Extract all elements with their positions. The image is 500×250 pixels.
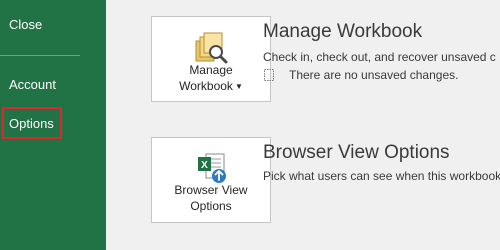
manage-workbook-label-line1: Manage (189, 63, 233, 77)
browser-view-label-line1: Browser View (174, 183, 248, 197)
document-icon (264, 69, 274, 81)
excel-web-icon: X (198, 153, 226, 183)
manage-workbook-title: Manage Workbook (263, 21, 423, 42)
manage-workbook-description: Check in, check out, and recover unsaved… (263, 50, 496, 64)
browser-view-title: Browser View Options (263, 142, 450, 163)
manage-workbook-label-text: Workbook (179, 79, 233, 93)
sidebar-item-label: Close (9, 17, 43, 32)
folder-search-icon (195, 32, 228, 64)
manage-workbook-button[interactable]: Manage Workbook ▼ (151, 16, 271, 102)
backstage-sidebar: Close Account Options (0, 0, 106, 250)
svg-text:X: X (201, 160, 208, 171)
sidebar-divider (0, 55, 80, 56)
manage-workbook-status-text: There are no unsaved changes. (289, 68, 459, 82)
browser-view-label-line2: Options (190, 199, 232, 213)
browser-view-description: Pick what users can see when this workbo… (263, 169, 500, 183)
sidebar-item-options[interactable]: Options (0, 107, 106, 141)
chevron-down-icon: ▼ (234, 82, 243, 91)
sidebar-item-label: Account (9, 77, 56, 92)
sidebar-item-account[interactable]: Account (0, 77, 106, 95)
sidebar-item-label: Options (9, 116, 54, 131)
manage-workbook-label-line2: Workbook ▼ (152, 78, 270, 95)
sidebar-item-close[interactable]: Close (0, 17, 106, 35)
browser-view-options-button[interactable]: X Browser View Options (151, 137, 271, 223)
backstage-main: Manage Workbook ▼ Manage Workbook Check i… (106, 0, 500, 250)
